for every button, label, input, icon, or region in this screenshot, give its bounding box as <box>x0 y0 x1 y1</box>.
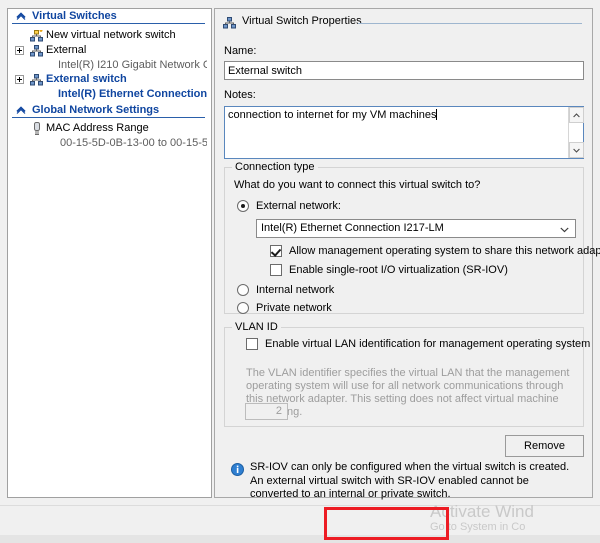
tree-item-external-switch[interactable]: External switch <box>8 72 207 87</box>
info-icon <box>231 463 244 476</box>
connection-type-question: What do you want to connect this virtual… <box>234 179 481 191</box>
tree-group-virtual-switches[interactable]: Virtual Switches <box>12 9 205 24</box>
remove-button[interactable]: Remove <box>505 435 584 457</box>
expand-icon[interactable] <box>15 75 24 84</box>
vlan-id-input[interactable]: 2 <box>245 403 288 420</box>
tree-group-label: Virtual Switches <box>32 10 117 22</box>
virtual-switch-manager-window: Virtual Switches New virtual network swi… <box>0 0 600 543</box>
expand-icon[interactable] <box>15 46 24 55</box>
network-adapter-selected-value: Intel(R) Ethernet Connection I217-LM <box>261 222 444 234</box>
radio-private-network[interactable] <box>237 302 249 314</box>
tree-item-label: New virtual network switch <box>46 29 176 41</box>
checkbox-enable-sriov[interactable] <box>270 264 282 276</box>
chevron-down-icon <box>560 227 569 233</box>
scroll-up-icon[interactable] <box>569 107 584 123</box>
vlan-id-label: VLAN ID <box>232 321 281 333</box>
sriov-info-notice: SR-IOV can only be configured when the v… <box>224 461 584 501</box>
tree-item-external-adapter: Intel(R) I210 Gigabit Network Con... <box>58 59 207 71</box>
tree-item-external[interactable]: External <box>8 43 207 58</box>
switch-name-input[interactable]: External switch <box>224 61 584 80</box>
notes-label: Notes: <box>224 89 256 101</box>
switch-icon <box>30 74 43 86</box>
properties-title: Virtual Switch Properties <box>223 15 584 31</box>
virtual-switch-tree[interactable]: Virtual Switches New virtual network swi… <box>7 8 207 498</box>
tree-item-external-switch-adapter: Intel(R) Ethernet Connection ... <box>58 88 207 100</box>
notes-text-content: connection to internet for my VM machine… <box>228 109 438 121</box>
tree-item-mac-range-value: 00-15-5D-0B-13-00 to 00-15-5D-0... <box>60 137 207 149</box>
notes-textarea[interactable]: connection to internet for my VM machine… <box>224 106 584 159</box>
tree-group-label: Global Network Settings <box>32 104 160 116</box>
radio-external-network-label: External network: <box>256 200 341 212</box>
network-adapter-dropdown[interactable]: Intel(R) Ethernet Connection I217-LM <box>256 219 576 238</box>
sriov-info-text: SR-IOV can only be configured when the v… <box>250 461 570 500</box>
radio-private-network-label: Private network <box>256 302 332 314</box>
chevron-up-icon <box>15 10 27 22</box>
tree-item-mac-address-range[interactable]: MAC Address Range <box>8 121 207 136</box>
tree-group-global-network-settings[interactable]: Global Network Settings <box>12 103 205 118</box>
tree-item-label: External switch <box>46 73 127 85</box>
switch-icon <box>30 45 43 57</box>
properties-title-text: Virtual Switch Properties <box>242 15 362 27</box>
vlan-description: The VLAN identifier specifies the virtua… <box>246 367 570 418</box>
scroll-down-icon[interactable] <box>569 142 584 158</box>
radio-internal-network[interactable] <box>237 284 249 296</box>
connection-type-group: Connection type What do you want to conn… <box>224 161 600 314</box>
dialog-footer: OK Cancel Apply <box>0 505 600 543</box>
chevron-up-icon <box>15 104 27 116</box>
notes-scrollbar[interactable] <box>568 107 584 158</box>
radio-internal-network-label: Internal network <box>256 284 335 296</box>
checkbox-enable-vlan[interactable] <box>246 338 258 350</box>
checkbox-enable-vlan-label: Enable virtual LAN identification for ma… <box>265 338 591 350</box>
title-divider <box>358 23 582 24</box>
checkbox-allow-management-os-share[interactable] <box>270 245 282 257</box>
radio-external-network[interactable] <box>237 200 249 212</box>
window-client-area: Virtual Switches New virtual network swi… <box>0 0 600 505</box>
name-label: Name: <box>224 45 257 57</box>
text-caret <box>436 109 438 120</box>
tree-item-new-virtual-network-switch[interactable]: New virtual network switch <box>8 28 207 43</box>
checkbox-enable-sriov-label: Enable single-root I/O virtualization (S… <box>289 264 508 276</box>
virtual-switch-properties-panel: Virtual Switch Properties Name: External… <box>214 8 600 501</box>
switch-icon <box>223 17 236 29</box>
mac-icon <box>32 122 42 135</box>
tree-scrollbar[interactable] <box>207 8 212 498</box>
tree-item-label: External <box>46 44 87 56</box>
checkbox-allow-management-os-share-label: Allow management operating system to sha… <box>289 245 600 257</box>
tree-item-label: MAC Address Range <box>46 122 149 134</box>
footer-strip <box>0 535 600 543</box>
connection-type-label: Connection type <box>232 161 318 173</box>
new-switch-icon <box>30 30 43 42</box>
